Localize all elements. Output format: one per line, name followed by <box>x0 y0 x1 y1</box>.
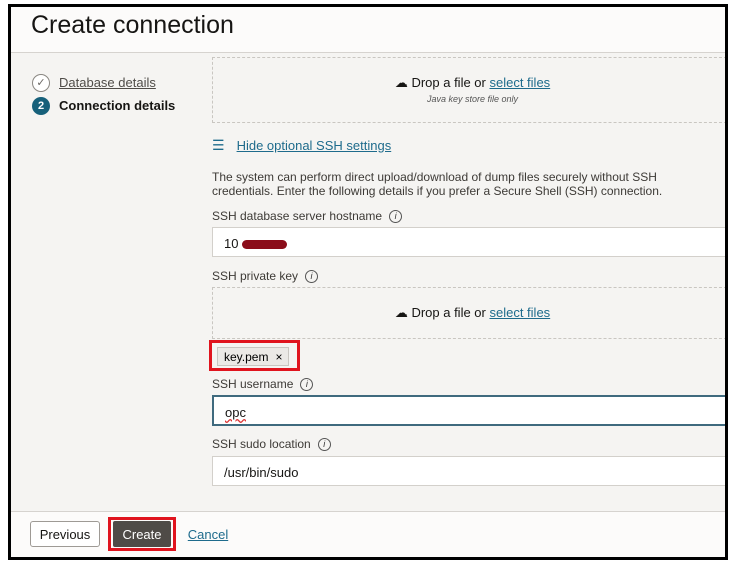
username-input[interactable]: opc <box>212 395 725 426</box>
cancel-link[interactable]: Cancel <box>184 521 232 547</box>
drop-text: Drop a file or <box>411 305 490 320</box>
info-icon[interactable]: i <box>300 377 314 391</box>
input-value: /usr/bin/sudo <box>224 465 299 480</box>
upload-cloud-icon: ☁ <box>394 305 408 320</box>
username-label: SSH username i <box>212 377 314 391</box>
page-title: Create connection <box>31 11 234 39</box>
input-value: opc <box>225 405 246 420</box>
sudo-input[interactable]: /usr/bin/sudo <box>212 456 725 486</box>
drop-hint: Java key store file only <box>426 94 519 104</box>
label-text: SSH sudo location <box>212 437 311 451</box>
info-icon[interactable]: i <box>305 269 319 283</box>
step-number-icon: 2 <box>32 96 50 115</box>
hide-ssh-link[interactable]: Hide optional SSH settings <box>237 138 392 153</box>
redaction-mark <box>242 240 288 250</box>
step-connection-details: 2 Connection details <box>32 94 175 117</box>
input-value: 10 <box>224 236 239 251</box>
hostname-label: SSH database server hostname i <box>212 209 403 223</box>
info-icon[interactable]: i <box>389 209 403 223</box>
upload-cloud-icon: ☁ <box>394 75 408 90</box>
check-icon: ✓ <box>32 73 50 92</box>
dialog-header: Create connection <box>11 7 725 53</box>
highlight-box <box>108 517 176 551</box>
select-files-link[interactable]: select files <box>489 75 550 90</box>
drop-text: Drop a file or <box>411 75 490 90</box>
select-files-link[interactable]: select files <box>489 305 550 320</box>
highlight-box <box>209 340 300 371</box>
toggle-ssh-settings[interactable]: ☰ Hide optional SSH settings <box>212 137 391 154</box>
step-label: Connection details <box>59 98 176 113</box>
keystore-dropzone[interactable]: ☁ Drop a file or select files Java key s… <box>212 57 725 123</box>
sudo-label: SSH sudo location i <box>212 437 331 451</box>
info-icon[interactable]: i <box>317 437 331 451</box>
hostname-input[interactable]: 10 <box>212 227 725 257</box>
sliders-icon: ☰ <box>212 137 225 153</box>
private-key-dropzone[interactable]: ☁ Drop a file or select files <box>212 287 725 339</box>
create-connection-dialog: Create connection ✓ Database details 2 C… <box>8 4 728 560</box>
private-key-label: SSH private key i <box>212 269 319 283</box>
dialog-footer: Previous Create Cancel <box>11 511 725 557</box>
ssh-description: The system can perform direct upload/dow… <box>212 170 663 198</box>
label-text: SSH database server hostname <box>212 209 383 223</box>
previous-button[interactable]: Previous <box>30 521 100 547</box>
label-text: SSH private key <box>212 269 299 283</box>
step-label: Database details <box>59 75 156 90</box>
label-text: SSH username <box>212 377 294 391</box>
wizard-steps: ✓ Database details 2 Connection details <box>32 71 175 117</box>
step-database-details[interactable]: ✓ Database details <box>32 71 175 94</box>
